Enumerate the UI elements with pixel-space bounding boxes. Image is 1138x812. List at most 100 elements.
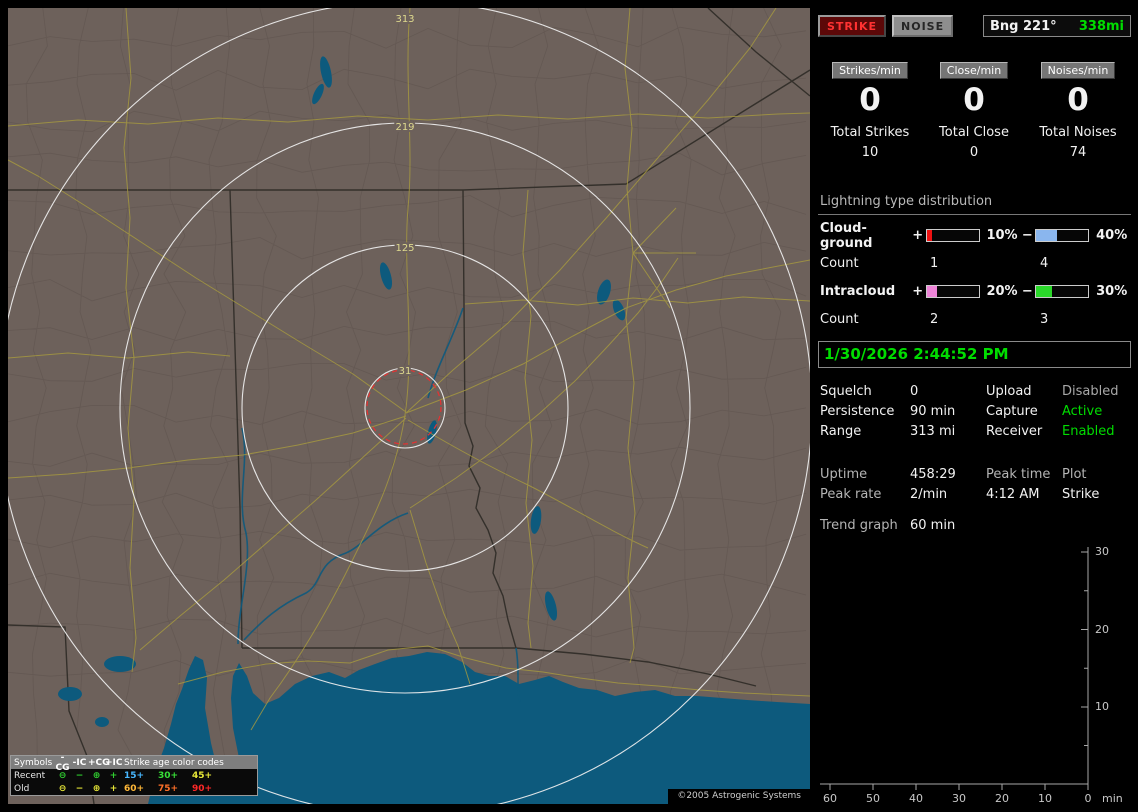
intracloud-label: Intracloud	[820, 284, 896, 299]
noise-button[interactable]: NOISE	[892, 15, 954, 37]
strikes-per-min-button[interactable]: Strikes/min	[832, 62, 908, 79]
age-30: 30+	[158, 770, 179, 781]
trend-graph-value: 60 min	[910, 517, 956, 533]
ring-label-31: 31	[399, 366, 412, 377]
neg-ic-icon: −	[75, 770, 84, 781]
total-strikes-label: Total Strikes	[830, 125, 910, 140]
bearing-label: Bng 221°	[990, 18, 1057, 34]
settings-block: Squelch 0 Upload Disabled Persistence 90…	[818, 381, 1131, 441]
peak-time-value: 4:12 AM	[986, 486, 1040, 502]
cg-positive-bar-fill	[926, 230, 932, 241]
bearing-display: Bng 221° 338mi	[983, 15, 1131, 37]
trend-graph-label: Trend graph	[820, 517, 898, 533]
peak-rate-label: Peak rate	[820, 486, 882, 502]
map-canvas: 313 219 125 31	[8, 8, 810, 804]
persistence-label: Persistence	[820, 403, 895, 419]
total-noises-label: Total Noises	[1039, 125, 1117, 140]
cg-negative-pct: 40%	[1096, 228, 1128, 243]
map-legend: Symbols -CG -IC +CG +IC Strike age color…	[10, 753, 258, 796]
cloud-ground-row: Cloud-ground + 10% − 40%	[818, 221, 1131, 251]
cg-negative-bar	[1033, 229, 1091, 242]
pos-ic-icon: +	[109, 770, 118, 781]
intracloud-row: Intracloud + 20% − 30%	[818, 284, 1131, 299]
legend-col-pos-ic: +IC	[105, 757, 123, 768]
close-per-min-button[interactable]: Close/min	[939, 62, 1009, 79]
cg-positive-pct: 10%	[986, 228, 1018, 243]
datetime-display: 1/30/2026 2:44:52 PM	[818, 341, 1131, 368]
plus-sign: +	[912, 284, 924, 299]
close-per-min-value: 0	[963, 82, 985, 118]
capture-status: Active	[1062, 403, 1103, 419]
neg-ic-icon: −	[75, 783, 84, 794]
age-45: 45+	[192, 770, 213, 781]
total-close-label: Total Close	[939, 125, 1009, 140]
status-row: Uptime 458:29 Peak time Plot	[818, 464, 1131, 484]
strikes-column: Strikes/min 0 Total Strikes 10	[818, 62, 922, 160]
lightning-map[interactable]: 313 219 125 31 Symbols -CG -IC +CG +IC S…	[8, 8, 810, 804]
bearing-distance: 338mi	[1078, 18, 1124, 34]
status-panel: STRIKE NOISE Bng 221° 338mi Strikes/min …	[818, 8, 1131, 805]
pos-cg-icon: ⊕	[92, 783, 101, 794]
legend-row-recent: Recent ⊖ − ⊕ + 15+ 30+ 45+	[11, 769, 257, 782]
legend-age-title: Strike age color codes	[124, 757, 224, 768]
count-label: Count	[820, 312, 859, 327]
x-tick-20: 20	[995, 792, 1009, 805]
uptime-label: Uptime	[820, 466, 868, 482]
plot-value: Strike	[1062, 486, 1100, 502]
cloud-ground-count-row: Count 1 4	[818, 256, 1131, 271]
age-15: 15+	[124, 770, 145, 781]
mode-toolbar: STRIKE NOISE Bng 221° 338mi	[818, 15, 1131, 37]
uptime-block: Uptime 458:29 Peak time Plot Peak rate 2…	[818, 464, 1131, 504]
noises-per-min-value: 0	[1067, 82, 1089, 118]
pos-cg-icon: ⊕	[92, 770, 101, 781]
status-row: Peak rate 2/min 4:12 AM Strike	[818, 484, 1131, 504]
legend-recent-label: Recent	[14, 770, 46, 781]
y-tick-10: 10	[1095, 700, 1109, 713]
ic-positive-count: 2	[930, 312, 939, 327]
range-value: 313 mi	[910, 423, 956, 439]
count-label: Count	[820, 256, 859, 271]
total-close-value: 0	[969, 145, 979, 160]
trend-graph: 30 20 10 60 50 40 30 20 10 0 min	[818, 543, 1131, 809]
total-noises-value: 74	[1069, 145, 1087, 160]
cloud-ground-label: Cloud-ground	[820, 220, 873, 251]
legend-col-neg-ic: -IC	[72, 757, 87, 768]
legend-symbols-title: Symbols	[14, 757, 53, 768]
minus-sign: −	[1021, 284, 1033, 299]
x-tick-50: 50	[866, 792, 880, 805]
squelch-label: Squelch	[820, 383, 872, 399]
legend-header: Symbols -CG -IC +CG +IC Strike age color…	[11, 753, 257, 773]
range-label: Range	[820, 423, 862, 439]
cg-positive-bar	[924, 229, 982, 242]
x-axis-unit: min	[1102, 792, 1123, 805]
squelch-value: 0	[910, 383, 919, 399]
ic-negative-count: 3	[1040, 312, 1049, 327]
plus-sign: +	[912, 228, 924, 243]
neg-cg-icon: ⊖	[58, 783, 67, 794]
cg-negative-bar-fill	[1036, 230, 1058, 241]
peak-time-label: Peak time	[986, 466, 1051, 482]
upload-label: Upload	[986, 383, 1032, 399]
uptime-value: 458:29	[910, 466, 956, 482]
neg-cg-icon: ⊖	[58, 770, 67, 781]
legend-col-pos-cg: +CG	[88, 757, 110, 768]
noises-per-min-button[interactable]: Noises/min	[1040, 62, 1116, 79]
y-tick-20: 20	[1095, 623, 1109, 636]
ic-positive-bar	[924, 285, 982, 298]
ic-positive-bar-fill	[926, 286, 938, 297]
noises-column: Noises/min 0 Total Noises 74	[1026, 62, 1130, 160]
minus-sign: −	[1021, 228, 1033, 243]
x-tick-60: 60	[823, 792, 837, 805]
age-75: 75+	[158, 783, 179, 794]
receiver-label: Receiver	[986, 423, 1043, 439]
settings-row: Squelch 0 Upload Disabled	[818, 381, 1131, 401]
age-90: 90+	[192, 783, 213, 794]
legend-col-neg-cg: -CG	[55, 752, 70, 773]
legend-old-label: Old	[14, 783, 30, 794]
ring-label-125: 125	[395, 243, 414, 254]
x-tick-10: 10	[1038, 792, 1052, 805]
persistence-value: 90 min	[910, 403, 956, 419]
strike-button[interactable]: STRIKE	[818, 15, 887, 37]
intracloud-count-row: Count 2 3	[818, 312, 1131, 327]
ic-negative-bar	[1033, 285, 1091, 298]
